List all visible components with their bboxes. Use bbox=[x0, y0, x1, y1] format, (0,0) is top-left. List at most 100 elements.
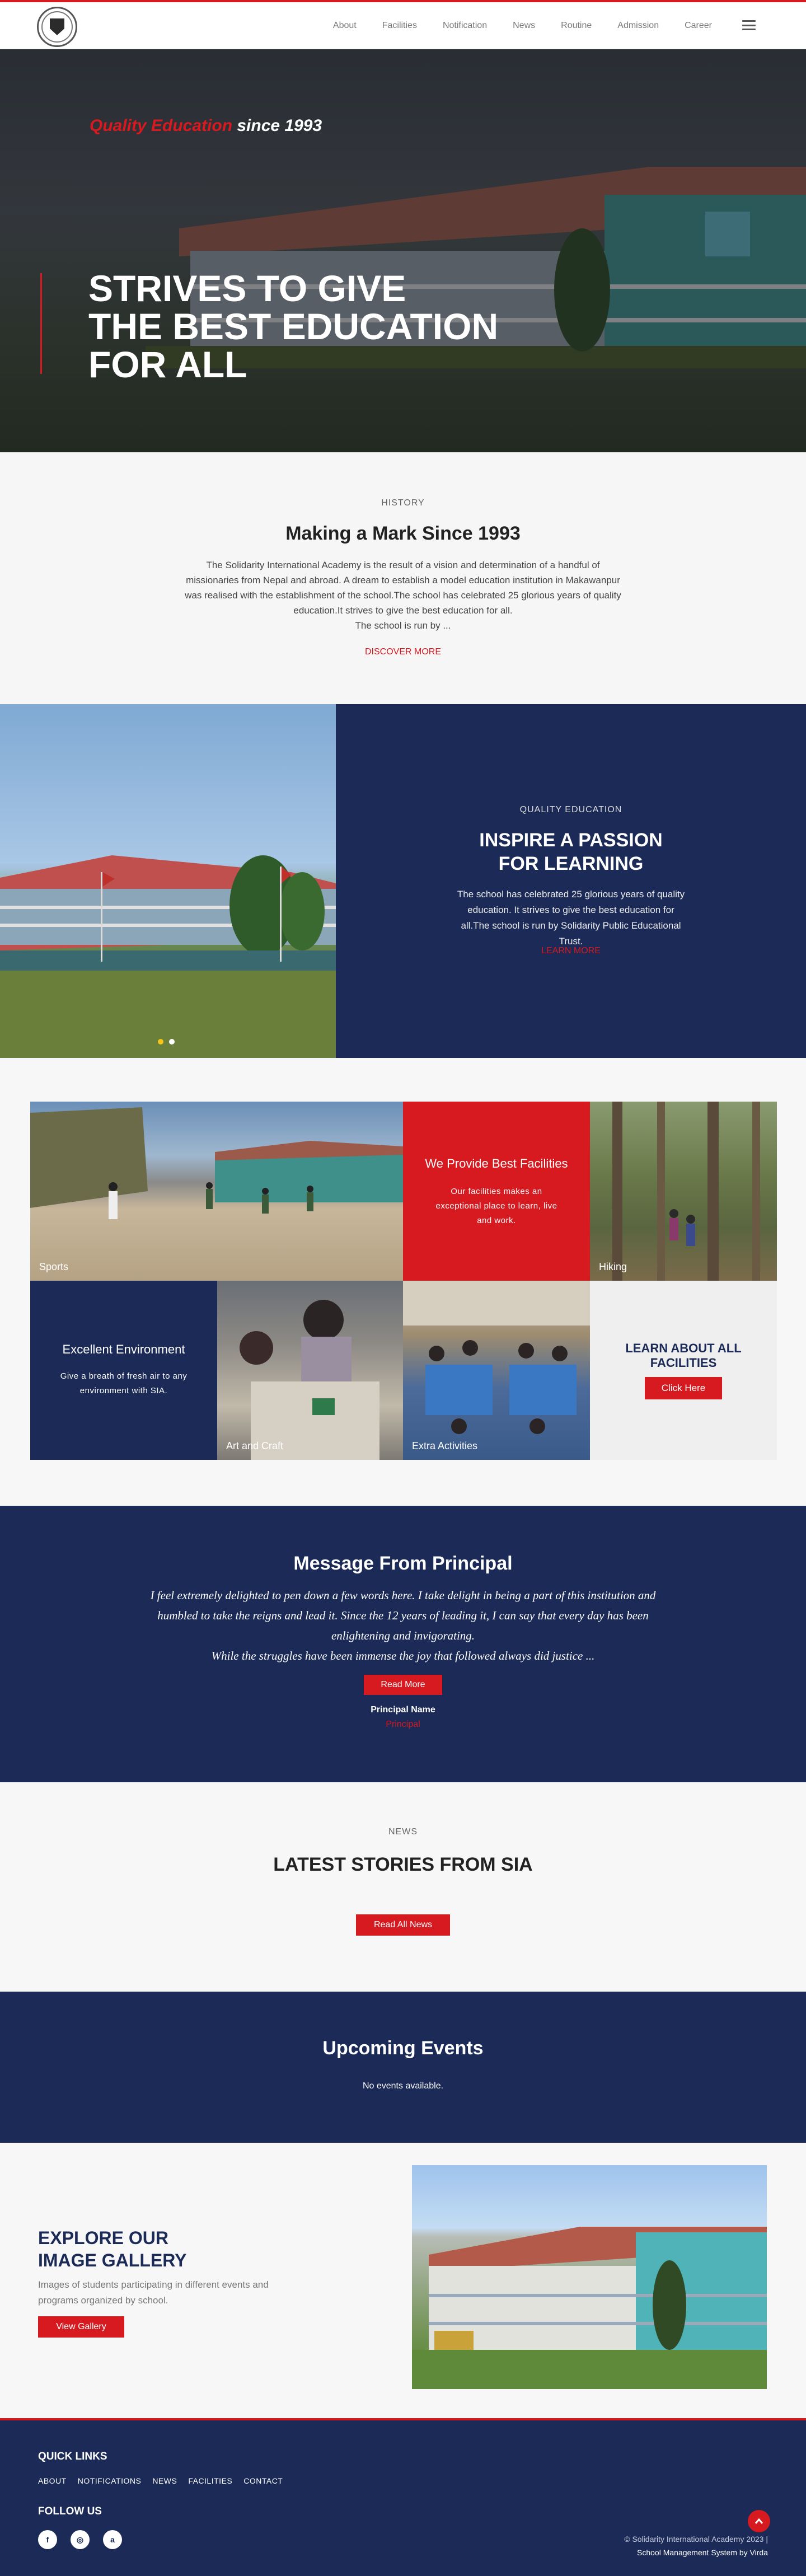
art-craft-photo bbox=[240, 1300, 379, 1460]
gallery-title-line: EXPLORE OUR bbox=[38, 2228, 168, 2248]
hero-overlay bbox=[0, 49, 806, 452]
school-building-photo bbox=[412, 2227, 767, 2389]
footer-link-about[interactable]: ABOUT bbox=[38, 2476, 67, 2485]
nav-item-routine[interactable]: Routine bbox=[561, 21, 592, 31]
principal-message-section: Message From Principal I feel extremely … bbox=[0, 1506, 806, 1782]
hamburger-line bbox=[742, 20, 756, 22]
principal-quote: I feel extremely delighted to pen down a… bbox=[132, 1585, 674, 1666]
facility-tile-hiking[interactable]: Hiking bbox=[590, 1102, 777, 1281]
nav-item-news[interactable]: News bbox=[513, 21, 535, 31]
facebook-icon[interactable]: f bbox=[38, 2530, 57, 2549]
facility-caption: Art and Craft bbox=[226, 1440, 284, 1451]
gallery-title-line: IMAGE GALLERY bbox=[38, 2250, 187, 2270]
principal-quote-text: I feel extremely delighted to pen down a… bbox=[150, 1589, 656, 1642]
facility-caption: Hiking bbox=[599, 1261, 627, 1272]
history-section: HISTORY Making a Mark Since 1993 The Sol… bbox=[0, 452, 806, 704]
gallery-body: Images of students participating in diff… bbox=[38, 2279, 269, 2306]
hamburger-menu-icon[interactable] bbox=[742, 20, 756, 30]
facility-tile-extra[interactable]: Extra Activities bbox=[403, 1281, 590, 1460]
inspire-title-line: FOR LEARNING bbox=[498, 853, 644, 874]
amazon-icon[interactable]: a bbox=[103, 2530, 122, 2549]
inspire-section: QUALITY EDUCATION INSPIRE A PASSION FOR L… bbox=[0, 704, 806, 1058]
nav-item-notification[interactable]: Notification bbox=[443, 21, 487, 31]
gallery-preview-image[interactable] bbox=[412, 2165, 767, 2389]
instagram-icon[interactable]: ◎ bbox=[71, 2530, 90, 2549]
discover-more-link[interactable]: DISCOVER MORE bbox=[0, 647, 806, 657]
hero-banner: Quality Education since 1993 STRIVES TO … bbox=[0, 49, 806, 452]
provide-title: We Provide Best Facilities bbox=[425, 1156, 568, 1170]
inspire-eyebrow: QUALITY EDUCATION bbox=[519, 805, 622, 814]
history-body: The Solidarity International Academy is … bbox=[179, 558, 627, 633]
hero-accent-bar bbox=[40, 273, 42, 374]
history-title: Making a Mark Since 1993 bbox=[285, 523, 521, 544]
events-title: Upcoming Events bbox=[322, 2038, 484, 2059]
logo-emblem bbox=[41, 11, 73, 43]
scroll-to-top-icon[interactable] bbox=[748, 2510, 770, 2532]
hero-tagline: Quality Education since 1993 bbox=[90, 116, 322, 135]
hero-title-line: FOR ALL bbox=[88, 344, 247, 385]
principal-role: Principal bbox=[386, 1720, 420, 1729]
history-body-tail: The school is run by ... bbox=[355, 620, 451, 631]
hero-tagline-rest: since 1993 bbox=[232, 116, 322, 135]
environment-body: Give a breath of fresh air to any enviro… bbox=[60, 1371, 188, 1395]
follow-us-title: FOLLOW US bbox=[38, 2505, 102, 2517]
inspire-body: The school has celebrated 25 glorious ye… bbox=[457, 889, 685, 947]
view-gallery-button[interactable]: View Gallery bbox=[38, 2316, 124, 2338]
nav-item-admission[interactable]: Admission bbox=[617, 21, 659, 31]
quick-links-title: QUICK LINKS bbox=[38, 2451, 107, 2462]
read-more-button[interactable]: Read More bbox=[364, 1675, 442, 1695]
slider-dots bbox=[158, 1039, 175, 1045]
hamburger-line bbox=[742, 29, 756, 30]
principal-title: Message From Principal bbox=[293, 1553, 513, 1574]
social-links: f ◎ a bbox=[38, 2530, 122, 2549]
events-section: Upcoming Events No events available. bbox=[0, 1992, 806, 2143]
copyright-text: © Solidarity International Academy 2023 … bbox=[624, 2535, 768, 2544]
footer-link-notifications[interactable]: NOTIFICATIONS bbox=[78, 2476, 142, 2485]
footer-link-contact[interactable]: CONTACT bbox=[243, 2476, 283, 2485]
hamburger-line bbox=[742, 24, 756, 26]
copyright: © Solidarity International Academy 2023 … bbox=[624, 2532, 768, 2559]
principal-name: Principal Name bbox=[371, 1705, 435, 1715]
inspire-title-line: INSPIRE A PASSION bbox=[479, 830, 663, 851]
facility-tile-sports[interactable]: Sports bbox=[30, 1102, 403, 1281]
nav-item-about[interactable]: About bbox=[333, 21, 357, 31]
footer-link-news[interactable]: NEWS bbox=[152, 2476, 177, 2485]
hero-title: STRIVES TO GIVE THE BEST EDUCATION FOR A… bbox=[88, 270, 592, 384]
provide-body: Our facilities makes an exceptional plac… bbox=[435, 1187, 557, 1225]
footer: QUICK LINKS ABOUT NOTIFICATIONS NEWS FAC… bbox=[0, 2418, 806, 2576]
facility-tile-provide: We Provide Best Facilities Our facilitie… bbox=[403, 1102, 590, 1281]
school-logo[interactable] bbox=[37, 7, 77, 47]
news-eyebrow: NEWS bbox=[388, 1827, 418, 1837]
click-here-button[interactable]: Click Here bbox=[645, 1377, 722, 1399]
events-empty-message: No events available. bbox=[362, 2081, 444, 2091]
navbar: About Facilities Notification News Routi… bbox=[0, 2, 806, 49]
footer-link-facilities[interactable]: FACILITIES bbox=[188, 2476, 232, 2485]
footer-links: ABOUT NOTIFICATIONS NEWS FACILITIES CONT… bbox=[38, 2476, 283, 2485]
hero-title-line: THE BEST EDUCATION bbox=[88, 306, 499, 347]
inspire-panel: QUALITY EDUCATION INSPIRE A PASSION FOR L… bbox=[336, 704, 806, 1058]
powered-by-text: School Management System by Virda bbox=[637, 2548, 768, 2557]
nav-item-facilities[interactable]: Facilities bbox=[382, 21, 417, 31]
campus-photo bbox=[0, 855, 336, 1058]
news-title: LATEST STORIES FROM SIA bbox=[273, 1854, 533, 1875]
gallery-section: EXPLORE OUR IMAGE GALLERY Images of stude… bbox=[0, 2143, 806, 2420]
facility-tile-environment: Excellent Environment Give a breath of f… bbox=[30, 1281, 217, 1460]
shield-icon bbox=[50, 18, 64, 35]
facility-caption: Sports bbox=[39, 1261, 69, 1272]
hero-title-line: STRIVES TO GIVE bbox=[88, 268, 406, 309]
facility-tile-art[interactable]: Art and Craft bbox=[217, 1281, 403, 1460]
learn-more-link[interactable]: LEARN MORE bbox=[336, 946, 806, 956]
slider-dot[interactable] bbox=[169, 1039, 175, 1045]
facility-caption: Extra Activities bbox=[412, 1440, 478, 1451]
sports-photo bbox=[30, 1107, 403, 1219]
nav-item-career[interactable]: Career bbox=[685, 21, 712, 31]
main-menu: About Facilities Notification News Routi… bbox=[333, 2, 712, 49]
history-eyebrow: HISTORY bbox=[381, 498, 425, 508]
facility-tile-learn: LEARN ABOUT ALL FACILITIES Click Here bbox=[590, 1281, 777, 1460]
chevron-up-icon bbox=[755, 2518, 763, 2524]
read-all-news-button[interactable]: Read All News bbox=[356, 1914, 450, 1936]
facilities-grid: Sports We Provide Best Facilities Our fa… bbox=[0, 1058, 806, 1506]
slider-dot-active[interactable] bbox=[158, 1039, 163, 1045]
hero-tagline-accent: Quality Education bbox=[90, 116, 233, 135]
extra-activities-photo bbox=[403, 1281, 590, 1434]
